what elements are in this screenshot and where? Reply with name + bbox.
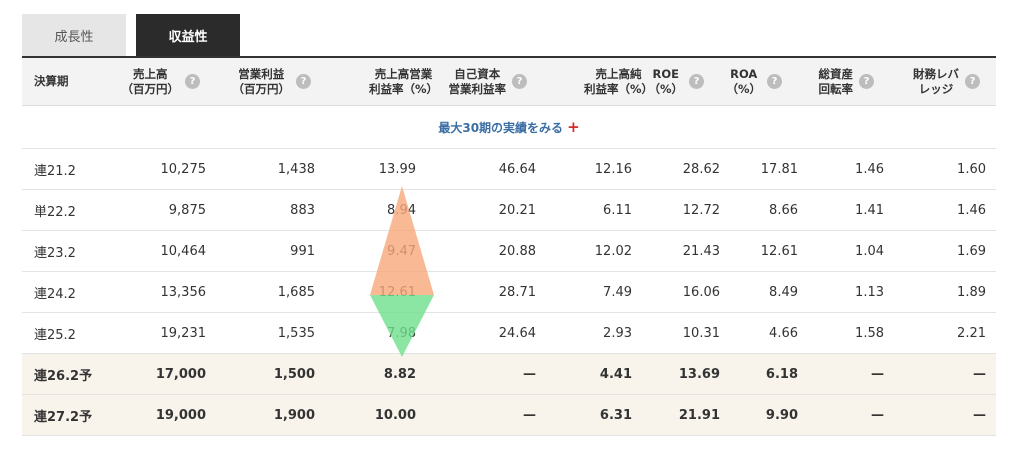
column-header: 総資産 回転率? (764, 58, 874, 105)
value-cell: 16.06 (682, 284, 720, 300)
value-cell: 13.69 (678, 366, 720, 382)
value-cell: 1.13 (855, 284, 884, 300)
value-cell: 10.00 (374, 407, 416, 423)
period-cell: 連25.2 (34, 327, 76, 343)
value-cell: 1.46 (957, 202, 986, 218)
column-header-label: 総資産 回転率 (818, 66, 854, 96)
value-cell: 1.04 (855, 243, 884, 259)
table-row: 連23.2 10,464 991 9.47 20.88 12.02 21.43 12.61 1.… (22, 231, 996, 272)
value-cell: 10.31 (682, 325, 720, 341)
value-cell: 1.60 (957, 161, 986, 177)
value-cell: 13.99 (378, 161, 416, 177)
value-cell: 1.89 (957, 284, 986, 300)
table-row: 連25.2 19,231 1,535 7.98 24.64 2.93 10.31 4.66 1.… (22, 313, 996, 354)
more-results-link[interactable]: 最大30期の実績をみる (438, 119, 563, 136)
value-cell: 12.61 (760, 243, 798, 259)
value-cell: — (523, 366, 536, 382)
value-cell: 12.61 (378, 284, 416, 300)
value-cell: 1,438 (277, 161, 315, 177)
help-icon[interactable]: ? (965, 74, 980, 89)
column-header-label: ROA （%） (726, 66, 761, 96)
value-cell: 24.64 (498, 325, 536, 341)
value-cell: 28.71 (498, 284, 536, 300)
value-cell: 2.93 (603, 325, 632, 341)
column-header-label: 売上高 （百万円） (121, 66, 180, 96)
column-header-label: 自己資本 営業利益率 (448, 66, 507, 96)
table-row: 連26.2予 17,000 1,500 8.82 — 4.41 13.69 6.18 — — (22, 354, 996, 395)
period-cell: 連26.2予 (34, 368, 93, 384)
column-header: 売上高 （百万円）? (90, 58, 200, 105)
value-cell: 21.43 (682, 243, 720, 259)
column-header-label: 営業利益 （百万円） (232, 66, 291, 96)
help-icon[interactable]: ? (185, 74, 200, 89)
value-cell: 4.66 (769, 325, 798, 341)
value-cell: 8.82 (383, 366, 416, 382)
tab-profitability[interactable]: 収益性 (136, 14, 240, 56)
table-row: 連27.2予 19,000 1,900 10.00 — 6.31 21.91 9.90 — — (22, 395, 996, 436)
value-cell: 7.49 (603, 284, 632, 300)
value-cell: 28.62 (682, 161, 720, 177)
value-cell: 2.21 (957, 325, 986, 341)
table-row: 単22.2 9,875 883 8.94 20.21 6.11 12.72 8.66 1.41 1… (22, 190, 996, 231)
value-cell: 8.94 (387, 202, 416, 218)
value-cell: 1,535 (277, 325, 315, 341)
value-cell: 17,000 (155, 366, 206, 382)
value-cell: — (523, 407, 536, 423)
value-cell: 1,900 (273, 407, 315, 423)
tab-bar: 成長性 収益性 (22, 14, 240, 56)
table-header: 決算期 売上高 （百万円）? 営業利益 （百万円）? 売上高営業 利益率（%） 自己資本… (22, 58, 996, 106)
period-cell: 単22.2 (34, 204, 76, 220)
value-cell: 17.81 (760, 161, 798, 177)
value-cell: 46.64 (498, 161, 536, 177)
table-row: 連24.2 13,356 1,685 12.61 28.71 7.49 16.06 8.49 1… (22, 272, 996, 313)
value-cell: 12.72 (682, 202, 720, 218)
column-header: 自己資本 営業利益率? (417, 58, 527, 105)
value-cell: 20.21 (498, 202, 536, 218)
value-cell: 12.02 (594, 243, 632, 259)
value-cell: 6.18 (765, 366, 798, 382)
value-cell: 10,464 (160, 243, 207, 259)
value-cell: 883 (290, 202, 315, 218)
value-cell: 9.47 (387, 243, 416, 259)
column-header: 財務レバ レッジ? (870, 58, 980, 105)
value-cell: 19,000 (155, 407, 206, 423)
table-row: 連21.2 10,275 1,438 13.99 46.64 12.16 28.62 17.8… (22, 149, 996, 190)
value-cell: 1,500 (273, 366, 315, 382)
value-cell: 6.11 (603, 202, 632, 218)
value-cell: — (871, 407, 884, 423)
column-header-label: 決算期 (34, 74, 69, 88)
period-cell: 連21.2 (34, 163, 76, 179)
value-cell: 1.46 (855, 161, 884, 177)
value-cell: 1,685 (277, 284, 315, 300)
more-results-row: 最大30期の実績をみる + (22, 106, 996, 149)
value-cell: 4.41 (599, 366, 632, 382)
tab-growth[interactable]: 成長性 (22, 14, 126, 56)
value-cell: — (973, 407, 986, 423)
value-cell: 9.90 (765, 407, 798, 423)
value-cell: 20.88 (498, 243, 536, 259)
value-cell: — (973, 366, 986, 382)
value-cell: 8.66 (769, 202, 798, 218)
value-cell: 12.16 (594, 161, 632, 177)
value-cell: 1.41 (855, 202, 884, 218)
value-cell: 7.98 (387, 325, 416, 341)
column-header: 営業利益 （百万円）? (201, 58, 311, 105)
value-cell: 13,356 (160, 284, 207, 300)
period-cell: 連23.2 (34, 245, 76, 261)
value-cell: 991 (290, 243, 315, 259)
period-cell: 連27.2予 (34, 409, 93, 425)
value-cell: 10,275 (160, 161, 207, 177)
column-header-label: 財務レバ レッジ (913, 66, 959, 96)
value-cell: 19,231 (160, 325, 207, 341)
value-cell: 1.58 (855, 325, 884, 341)
value-cell: 1.69 (957, 243, 986, 259)
period-cell: 連24.2 (34, 286, 76, 302)
plus-icon[interactable]: + (567, 118, 580, 136)
value-cell: — (871, 366, 884, 382)
value-cell: 9,875 (168, 202, 206, 218)
value-cell: 8.49 (769, 284, 798, 300)
value-cell: 21.91 (678, 407, 720, 423)
value-cell: 6.31 (599, 407, 632, 423)
